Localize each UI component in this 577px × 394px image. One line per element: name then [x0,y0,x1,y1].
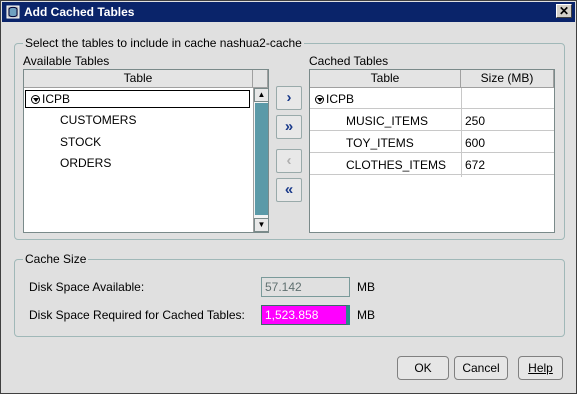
column-divider [461,88,462,177]
remove-table-button[interactable]: ‹ [276,149,302,173]
add-all-tables-button[interactable]: » [276,115,302,139]
available-table-column-header[interactable]: Table [24,70,253,88]
size-column-header[interactable]: Size (MB) [461,70,554,88]
add-table-button[interactable]: › [276,86,302,110]
ok-button[interactable]: OK [397,356,449,380]
table-row[interactable]: TOY_ITEMS 600 [310,133,554,153]
column-header-label: Size (MB) [480,71,534,85]
cached-table-size: 250 [465,114,486,128]
chevron-left-icon: ‹ [286,152,292,169]
collapse-icon[interactable] [315,95,324,104]
available-tables-label: Available Tables [23,54,110,68]
table-row[interactable]: MUSIC_ITEMS 250 [310,111,554,131]
cached-table-name: CLOTHES_ITEMS [346,158,447,172]
cached-table-name: MUSIC_ITEMS [346,114,429,128]
collapse-icon[interactable] [31,95,40,104]
table-row[interactable]: CLOTHES_ITEMS 672 [310,155,554,175]
tree-root-available[interactable]: ICPB [25,90,250,108]
database-icon [6,5,20,19]
double-chevron-left-icon: « [284,181,294,198]
required-unit-label: MB [357,308,375,322]
scroll-down-button[interactable]: ▼ [254,218,269,232]
cancel-button-label: Cancel [462,361,500,375]
double-chevron-right-icon: » [284,118,294,135]
cache-size-group-label: Cache Size [23,252,89,266]
list-item-label: CUSTOMERS [60,113,137,127]
cached-table-column-header[interactable]: Table [310,70,461,88]
remove-all-tables-button[interactable]: « [276,178,302,202]
tree-root-cached[interactable]: ICPB [310,89,554,109]
help-button-label: Help [528,361,553,375]
disk-space-required-value: 1,523.858 [265,308,319,322]
disk-space-available-value: 57.142 [265,280,302,294]
list-item[interactable]: ORDERS [60,153,111,173]
disk-space-required-label: Disk Space Required for Cached Tables: [29,308,245,322]
list-item-label: ORDERS [60,156,112,170]
scroll-thumb[interactable] [255,103,268,215]
scroll-up-button[interactable]: ▲ [254,88,269,102]
chevron-right-icon: › [286,89,292,106]
list-item[interactable]: STOCK [60,132,101,152]
cached-table-name: TOY_ITEMS [346,136,414,150]
close-button[interactable]: ✕ [556,4,572,18]
close-icon: ✕ [558,4,570,18]
available-tables-list[interactable]: Table ICPB CUSTOMERS STOCK ORDERS ▲ ▼ [23,69,269,233]
tree-root-label: ICPB [326,92,355,106]
available-unit-label: MB [357,280,375,294]
window-title: Add Cached Tables [24,5,135,19]
column-header-label: Table [370,71,400,85]
list-item[interactable]: CUSTOMERS [60,110,136,130]
ok-button-label: OK [414,361,432,375]
header-corner [253,70,268,88]
cancel-button[interactable]: Cancel [454,356,508,380]
cached-table-size: 672 [465,158,486,172]
help-button[interactable]: Help [518,356,563,380]
cache-size-group: Cache Size [14,252,565,337]
disk-space-available-field: 57.142 [261,277,350,297]
cached-tables-list[interactable]: Table Size (MB) ICPB MUSIC_ITEMS 250 TOY… [309,69,555,233]
dialog-window: Add Cached Tables ✕ Select the tables to… [0,0,577,394]
list-item-label: STOCK [60,135,102,149]
tree-root-label: ICPB [42,92,71,106]
disk-space-required-field: 1,523.858 [261,305,350,325]
column-header-label: Table [123,71,153,85]
disk-space-available-label: Disk Space Available: [29,280,145,294]
title-bar[interactable]: Add Cached Tables ✕ [2,2,575,22]
tables-group-label: Select the tables to include in cache na… [23,36,304,50]
cached-tables-label: Cached Tables [309,54,389,68]
cached-table-size: 600 [465,136,486,150]
vertical-scrollbar[interactable]: ▲ ▼ [253,88,269,232]
